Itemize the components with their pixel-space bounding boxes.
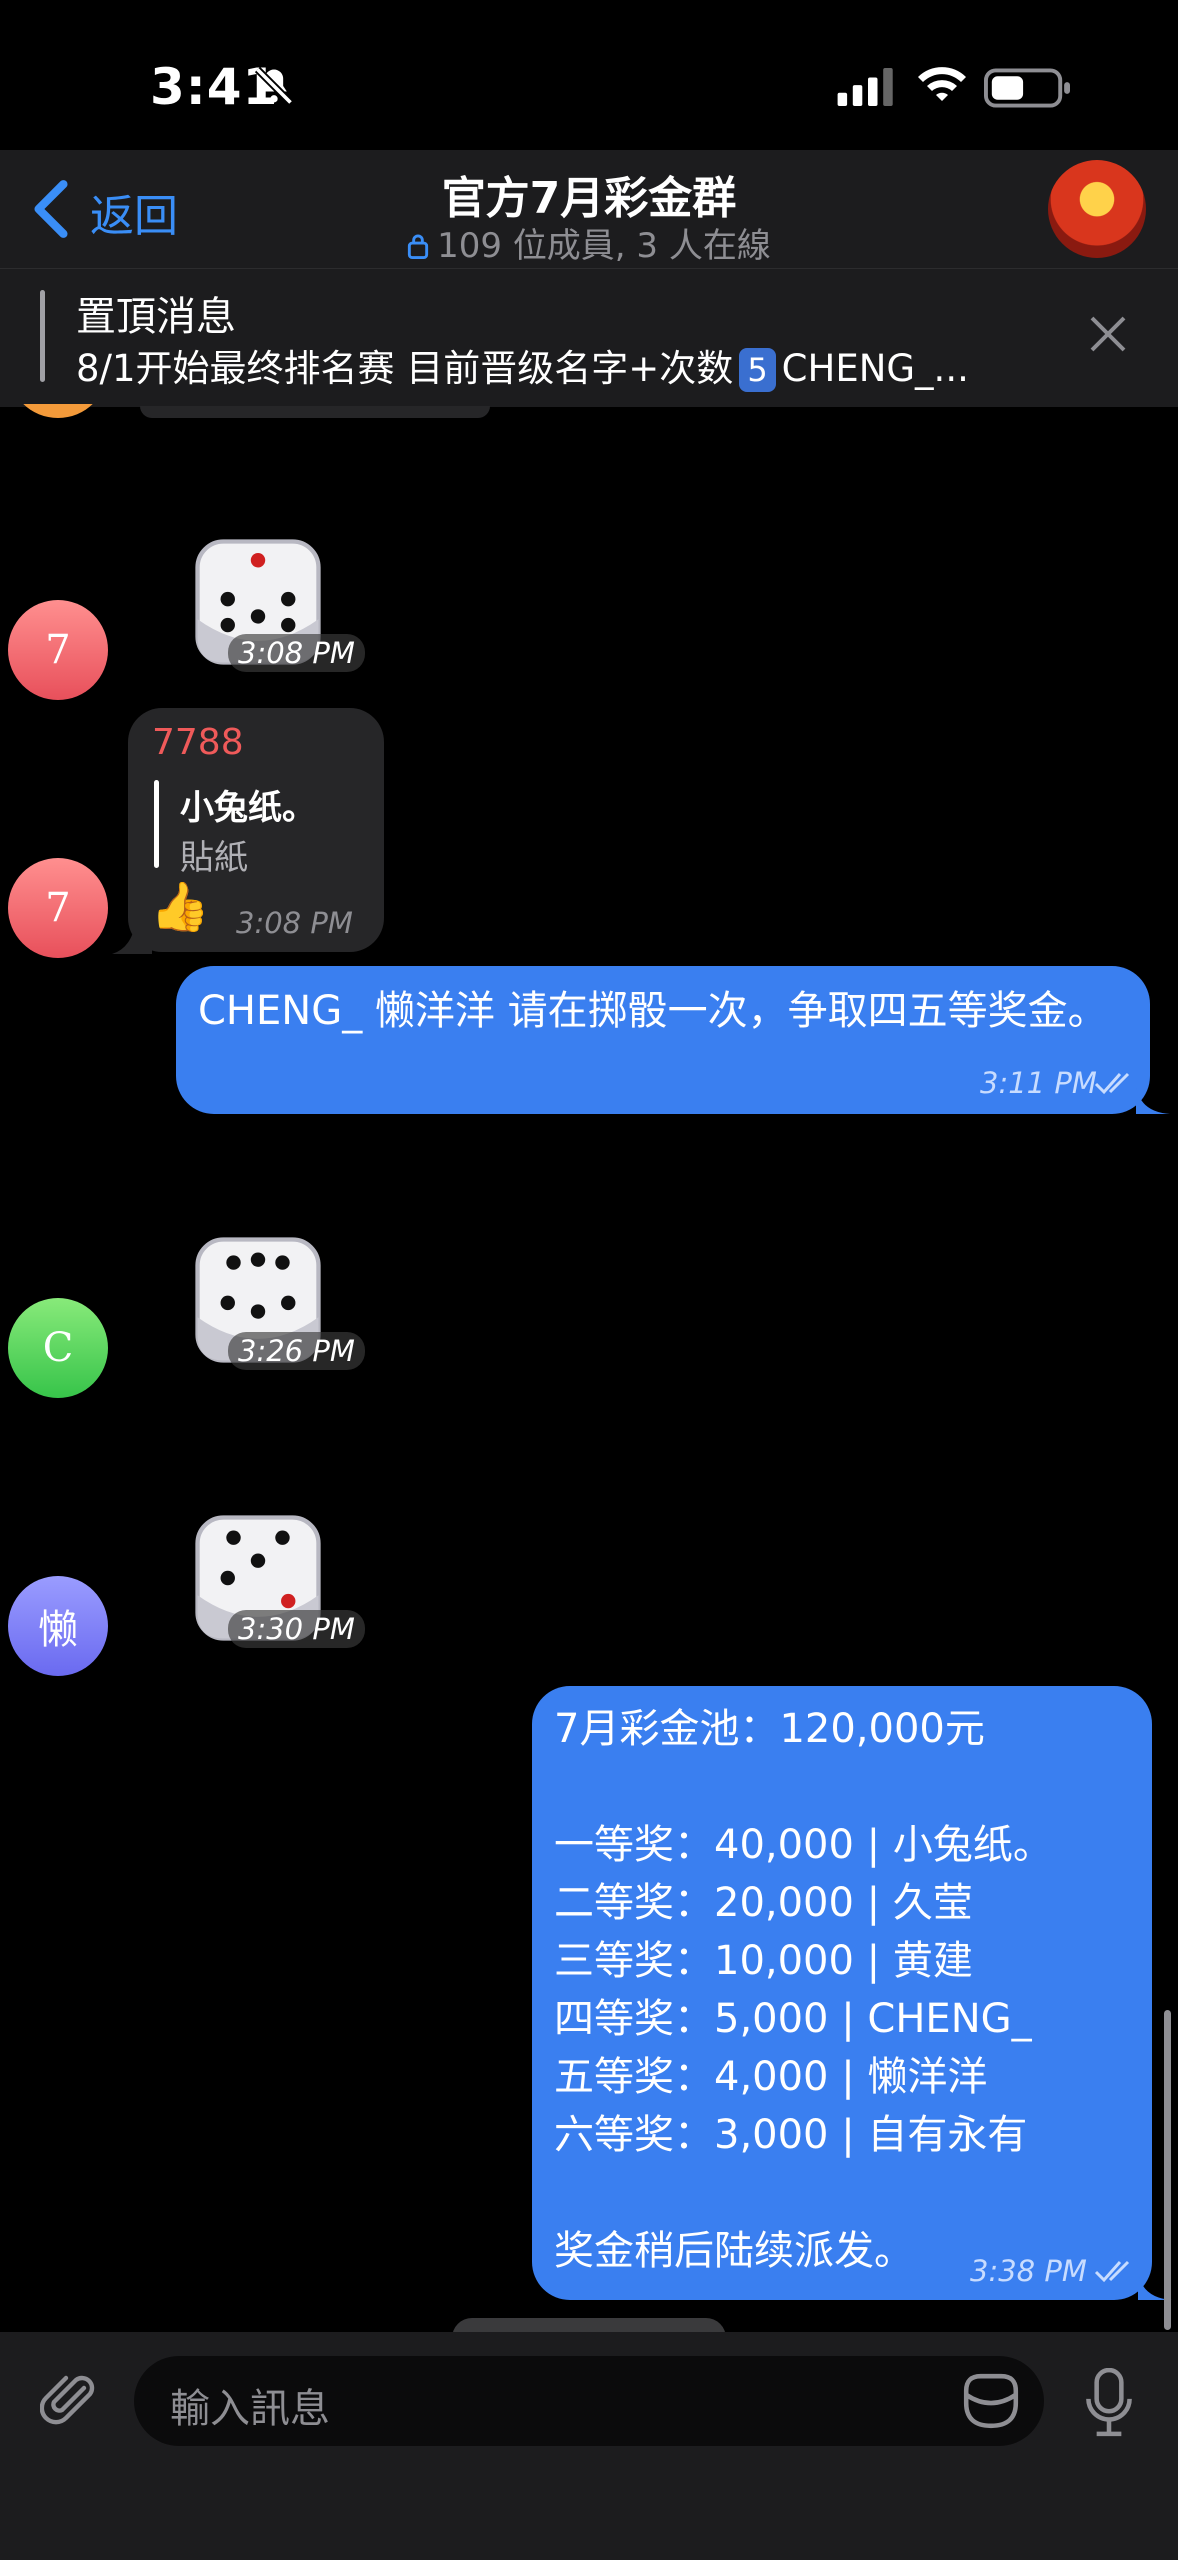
pinned-indicator — [40, 290, 45, 382]
sender-name[interactable]: 7788 — [152, 722, 244, 763]
avatar[interactable]: 懒 — [8, 1576, 108, 1676]
pinned-title: 置頂消息 — [76, 294, 236, 340]
prize-list: 7月彩金池：120,000元 一等奖：40,000 | 小兔纸。 二等奖：20,… — [554, 1700, 1134, 2280]
double-check-icon — [1094, 2260, 1130, 2283]
double-check-icon — [1094, 1072, 1130, 1095]
avatar[interactable]: 7 — [8, 600, 108, 700]
message-time: 3:08 PM — [236, 906, 353, 940]
wifi-icon — [918, 67, 966, 101]
cellular-signal-icon — [837, 68, 893, 106]
message-time: 3:30 PM — [228, 1610, 365, 1648]
previous-message-bubble — [140, 406, 490, 418]
message-line — [554, 1758, 1134, 1816]
thumbs-up-emoji: 👍 — [150, 879, 210, 935]
message-time: 3:26 PM — [228, 1332, 365, 1370]
pinned-text-main: 8/1开始最终排名赛 目前晋级名字+次数 — [76, 347, 734, 390]
message-time: 3:11 PM — [980, 1066, 1097, 1100]
message-line: 一等奖：40,000 | 小兔纸。 — [554, 1822, 1053, 1868]
avatar[interactable]: C — [8, 1298, 108, 1398]
chat-subtitle: 109 位成員, 3 人在線 — [0, 218, 1178, 267]
member-count: 109 位成員, 3 人在線 — [437, 226, 771, 266]
paperclip-icon[interactable] — [40, 2370, 100, 2430]
group-avatar[interactable] — [1048, 160, 1146, 258]
message-text: CHENG_ 懒洋洋 请在掷骰一次，争取四五等奖金。 — [198, 988, 1108, 1034]
lock-icon — [407, 234, 429, 259]
avatar[interactable]: 7 — [8, 858, 108, 958]
bell-slash-icon — [254, 66, 294, 106]
message-time: 3:08 PM — [228, 634, 365, 672]
reply-subtitle: 貼紙 — [180, 838, 248, 878]
scrollbar[interactable] — [1164, 2010, 1171, 2330]
keycap-number: 5 — [739, 348, 776, 392]
pinned-text-tail: CHENG_... — [781, 347, 969, 390]
reply-title[interactable]: 小兔纸。 — [180, 780, 316, 829]
microphone-icon[interactable] — [1084, 2368, 1134, 2438]
close-icon[interactable] — [1088, 314, 1128, 354]
message-line: 四等奖：5,000 | CHENG_ — [554, 1996, 1032, 2042]
battery-icon — [984, 68, 1070, 108]
message-time: 3:38 PM — [970, 2254, 1087, 2288]
message-line — [554, 2164, 1134, 2222]
reply-indicator — [154, 780, 159, 868]
pinned-text: 8/1开始最终排名赛 目前晋级名字+次数 5 CHENG_... — [76, 338, 969, 392]
bubble-tail — [112, 920, 152, 954]
message-line: 二等奖：20,000 | 久莹 — [554, 1880, 973, 1926]
bubble-tail — [1136, 1086, 1170, 1114]
message-line: 六等奖：3,000 | 自有永有 — [554, 2112, 1028, 2158]
sticker-icon[interactable] — [960, 2370, 1022, 2432]
chat-title[interactable]: 官方7月彩金群 — [0, 162, 1178, 226]
message-input-placeholder: 輸入訊息 — [170, 2386, 330, 2432]
message-line: 7月彩金池：120,000元 — [554, 1706, 985, 1752]
message-line: 三等奖：10,000 | 黄建 — [554, 1938, 973, 1984]
message-line: 五等奖：4,000 | 懒洋洋 — [554, 2054, 988, 2100]
